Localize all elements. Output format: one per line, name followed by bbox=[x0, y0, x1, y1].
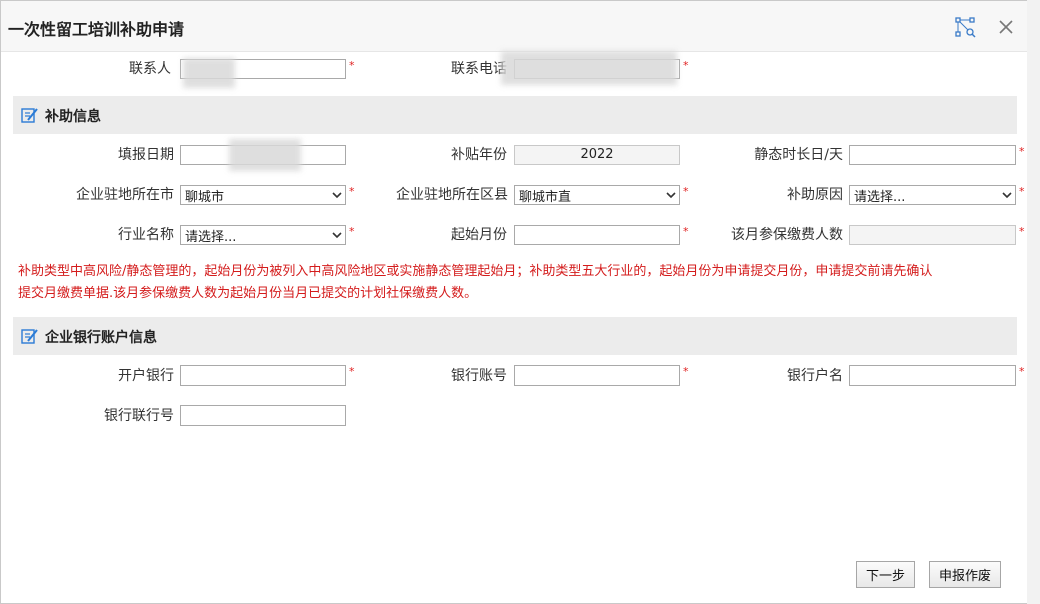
bank-section-header: 企业银行账户信息 bbox=[13, 317, 1017, 355]
reason-select-value: 请选择... bbox=[854, 189, 906, 205]
industry-select-value: 请选择... bbox=[185, 229, 237, 245]
industry-label: 行业名称 bbox=[118, 227, 174, 243]
insured-count-label: 该月参保缴费人数 bbox=[731, 227, 843, 243]
subsidy-section-title: 补助信息 bbox=[45, 109, 101, 125]
city-select[interactable]: 聊城市 bbox=[180, 185, 346, 205]
subsidy-section-header: 补助信息 bbox=[13, 96, 1017, 134]
subsidy-year-label: 补贴年份 bbox=[451, 147, 507, 163]
bank-name-input[interactable] bbox=[180, 365, 346, 386]
chevron-down-icon bbox=[332, 188, 342, 203]
account-holder-input[interactable] bbox=[849, 365, 1016, 386]
contact-person-label: 联系人 bbox=[129, 61, 171, 77]
chevron-down-icon bbox=[666, 188, 676, 203]
fill-date-label: 填报日期 bbox=[118, 147, 174, 163]
city-label: 企业驻地所在市 bbox=[76, 187, 174, 203]
contact-phone-label: 联系电话 bbox=[451, 61, 507, 77]
city-select-value: 聊城市 bbox=[185, 189, 225, 205]
notice-text: 补助类型中高风险/静态管理的，起始月份为被列入中高风险地区或实施静态管理起始月；… bbox=[18, 261, 1018, 305]
start-month-label: 起始月份 bbox=[451, 227, 507, 243]
notice-line-2: 提交月缴费单据.该月参保缴费人数为起始月份当月已提交的计划社保缴费人数。 bbox=[18, 286, 478, 301]
required-mark: * bbox=[349, 185, 355, 198]
subsidy-year-field: 2022 bbox=[514, 145, 680, 165]
required-mark: * bbox=[349, 225, 355, 238]
required-mark: * bbox=[1019, 145, 1025, 158]
reason-label: 补助原因 bbox=[787, 187, 843, 203]
required-mark: * bbox=[683, 59, 689, 72]
required-mark: * bbox=[349, 365, 355, 378]
required-mark: * bbox=[1019, 185, 1025, 198]
scrollbar-track[interactable] bbox=[1027, 0, 1040, 604]
district-label: 企业驻地所在区县 bbox=[396, 187, 508, 203]
redacted-person bbox=[183, 58, 235, 88]
chevron-down-icon bbox=[332, 228, 342, 243]
static-days-input[interactable] bbox=[849, 145, 1016, 165]
fullscreen-icon[interactable] bbox=[953, 15, 977, 39]
account-holder-label: 银行户名 bbox=[787, 368, 843, 384]
notice-line-1: 补助类型中高风险/静态管理的，起始月份为被列入中高风险地区或实施静态管理起始月；… bbox=[18, 264, 933, 279]
bank-account-label: 银行账号 bbox=[451, 368, 507, 384]
reason-select[interactable]: 请选择... bbox=[849, 185, 1016, 205]
dialog-title: 一次性留工培训补助申请 bbox=[8, 20, 185, 39]
bank-code-input[interactable] bbox=[180, 405, 346, 426]
bank-code-label: 银行联行号 bbox=[104, 408, 174, 424]
close-icon[interactable] bbox=[994, 15, 1018, 39]
required-mark: * bbox=[683, 225, 689, 238]
bank-section-title: 企业银行账户信息 bbox=[45, 330, 157, 346]
edit-icon bbox=[21, 327, 39, 349]
void-application-button[interactable]: 申报作废 bbox=[929, 561, 1002, 588]
subsidy-application-dialog: 一次性留工培训补助申请 联系人 * 联系电话 * 补助信息 填报日期 补贴年份 … bbox=[0, 0, 1028, 604]
dialog-titlebar: 一次性留工培训补助申请 bbox=[1, 1, 1027, 52]
required-mark: * bbox=[349, 59, 355, 72]
required-mark: * bbox=[1019, 365, 1025, 378]
static-days-label: 静态时长日/天 bbox=[754, 147, 843, 163]
district-select[interactable]: 聊城市直 bbox=[514, 185, 680, 205]
required-mark: * bbox=[1019, 225, 1025, 238]
required-mark: * bbox=[683, 185, 689, 198]
district-select-value: 聊城市直 bbox=[519, 189, 572, 205]
required-mark: * bbox=[683, 365, 689, 378]
chevron-down-icon bbox=[1002, 188, 1012, 203]
bank-name-label: 开户银行 bbox=[118, 368, 174, 384]
start-month-input[interactable] bbox=[514, 225, 680, 245]
industry-select[interactable]: 请选择... bbox=[180, 225, 346, 245]
edit-icon bbox=[21, 106, 39, 128]
redacted-date bbox=[229, 139, 301, 171]
redacted-phone bbox=[501, 51, 677, 85]
next-step-button[interactable]: 下一步 bbox=[856, 561, 916, 588]
insured-count-input bbox=[849, 225, 1016, 245]
bank-account-input[interactable] bbox=[514, 365, 680, 386]
